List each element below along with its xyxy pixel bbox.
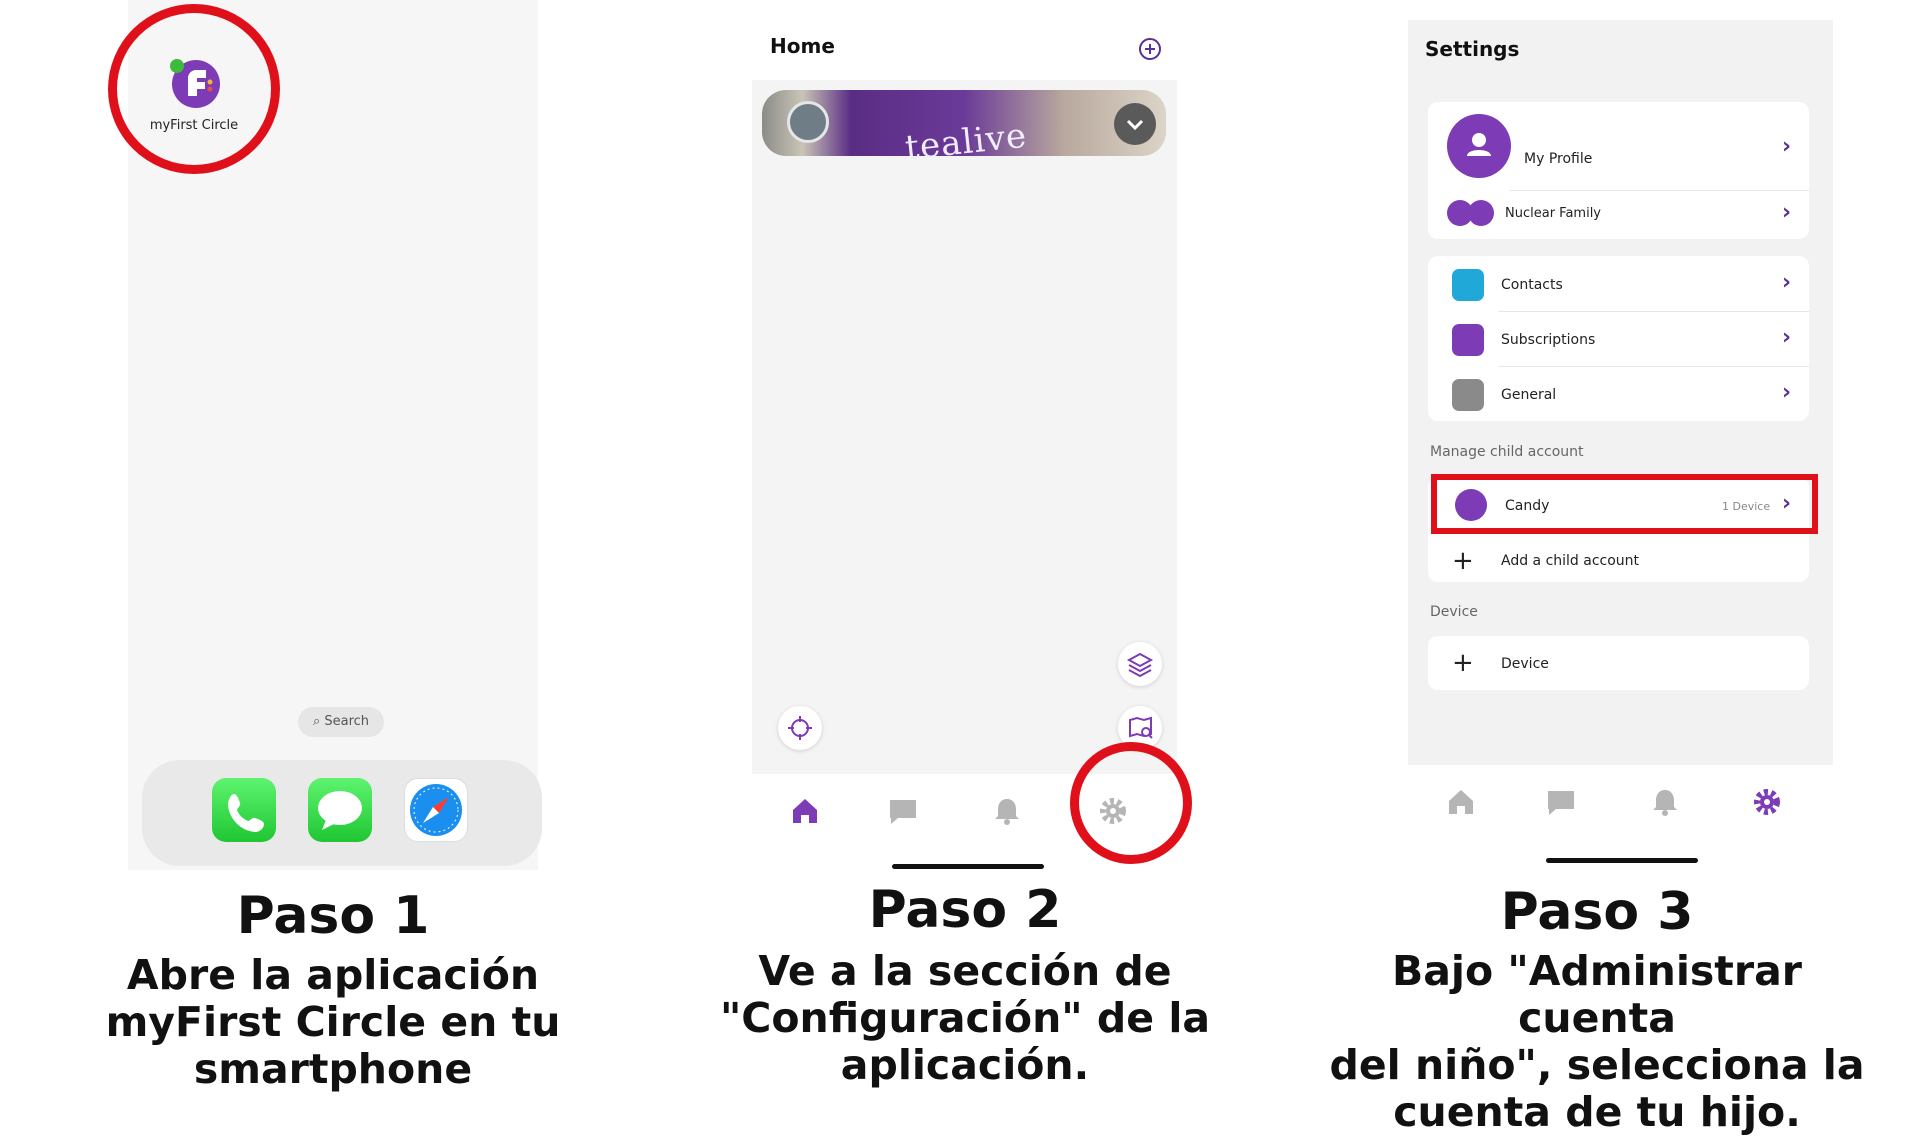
- subscriptions-icon: [1452, 324, 1484, 356]
- chevron-right-icon: ›: [1782, 134, 1792, 159]
- child-avatar[interactable]: [787, 101, 829, 143]
- caption-line: myFirst Circle en tu: [105, 998, 561, 1046]
- highlight-circle: [108, 4, 280, 174]
- crosshair-icon: [788, 716, 812, 740]
- caption-line: cuenta de tu hijo.: [1393, 1088, 1801, 1136]
- safari-app-icon[interactable]: [404, 778, 468, 842]
- search-icon: ⌕: [312, 714, 321, 729]
- locate-button[interactable]: [778, 706, 822, 750]
- chevron-right-icon: ›: [1782, 325, 1792, 350]
- gear-icon[interactable]: [1750, 785, 1784, 819]
- chat-icon[interactable]: [1544, 785, 1578, 819]
- caption-line: "Configuración" de la: [719, 994, 1211, 1042]
- home-indicator: [1546, 858, 1698, 863]
- bell-icon[interactable]: [990, 794, 1024, 828]
- caption-line: aplicación.: [840, 1041, 1090, 1089]
- add-child-account-item[interactable]: Add a child account: [1501, 553, 1639, 569]
- contacts-icon: [1452, 269, 1484, 301]
- caption-line: smartphone: [193, 1045, 473, 1093]
- spotlight-search-button[interactable]: ⌕ Search: [298, 707, 384, 737]
- chat-icon[interactable]: [886, 794, 920, 828]
- user-icon: [1467, 133, 1491, 156]
- step3-title: Paso 3: [1500, 882, 1694, 942]
- phone-icon: [228, 794, 264, 832]
- chevron-right-icon: ›: [1782, 200, 1792, 225]
- chevron-right-icon: ›: [1782, 270, 1792, 295]
- caption-line: Ve a la sección de: [758, 947, 1172, 995]
- divider: [1498, 366, 1809, 367]
- divider: [1510, 190, 1809, 191]
- layers-button[interactable]: [1118, 642, 1162, 686]
- my-profile-avatar[interactable]: [1447, 114, 1511, 178]
- contacts-item[interactable]: Contacts: [1501, 277, 1563, 293]
- bell-icon[interactable]: [1648, 785, 1682, 819]
- home-icon[interactable]: [1444, 785, 1478, 819]
- add-device-item[interactable]: Device: [1501, 656, 1549, 672]
- safari-icon: [410, 784, 462, 836]
- device-card: [1428, 636, 1809, 690]
- step3-caption: Bajo "Administrar cuenta del niño", sele…: [1312, 948, 1882, 1136]
- caption-line: Abre la aplicación: [126, 951, 540, 999]
- settings-menu-card: [1428, 256, 1809, 421]
- family-avatar-2: [1468, 200, 1494, 226]
- tab-bar: [1408, 765, 1833, 845]
- search-label: Search: [324, 714, 370, 729]
- layers-icon: [1126, 652, 1154, 678]
- settings-gear-icon: [1452, 379, 1484, 411]
- subscriptions-item[interactable]: Subscriptions: [1501, 332, 1595, 348]
- messages-icon: [318, 791, 362, 830]
- expand-button[interactable]: [1114, 103, 1156, 145]
- plus-icon: +: [1452, 546, 1474, 576]
- page-title: Settings: [1425, 37, 1520, 61]
- step2-caption: Ve a la sección de "Configuración" de la…: [685, 948, 1245, 1089]
- caption-line: Bajo "Administrar cuenta: [1392, 947, 1802, 1042]
- general-item[interactable]: General: [1501, 387, 1556, 403]
- add-circle-icon[interactable]: [1138, 37, 1162, 61]
- messages-app-icon[interactable]: [308, 778, 372, 842]
- home-indicator: [892, 864, 1044, 869]
- caption-line: del niño", selecciona la: [1329, 1041, 1865, 1089]
- my-profile-label[interactable]: My Profile: [1524, 151, 1592, 167]
- plus-icon: +: [1452, 648, 1474, 678]
- step1-caption: Abre la aplicación myFirst Circle en tu …: [53, 952, 613, 1093]
- highlight-circle: [1070, 742, 1192, 864]
- step1-title: Paso 1: [236, 886, 430, 946]
- step2-title: Paso 2: [868, 880, 1062, 940]
- chevron-down-icon: [1126, 119, 1144, 131]
- divider: [1498, 311, 1809, 312]
- manage-child-header: Manage child account: [1430, 444, 1584, 460]
- phone-app-icon[interactable]: [212, 778, 276, 842]
- nuclear-family-label[interactable]: Nuclear Family: [1505, 206, 1601, 221]
- device-header: Device: [1430, 604, 1478, 620]
- page-title: Home: [770, 34, 835, 58]
- highlight-box: [1431, 474, 1818, 534]
- chevron-right-icon: ›: [1782, 380, 1792, 405]
- home-icon[interactable]: [788, 794, 822, 828]
